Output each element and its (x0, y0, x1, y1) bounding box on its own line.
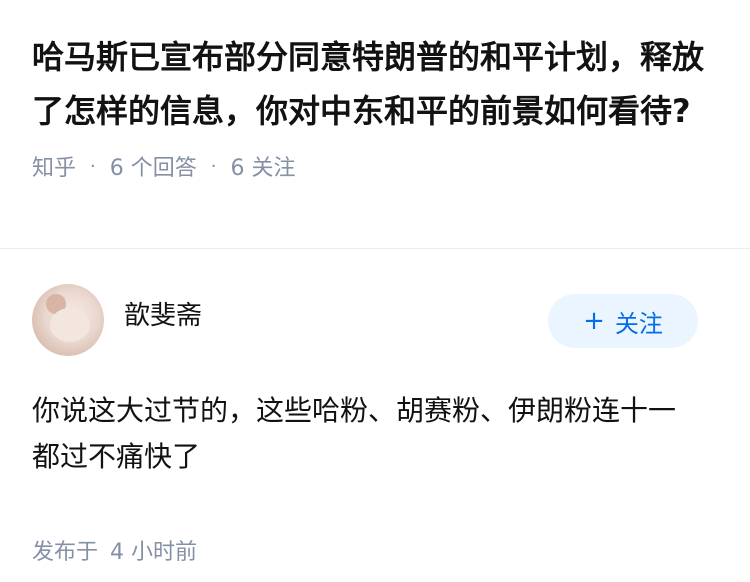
question-title[interactable]: 哈马斯已宣布部分同意特朗普的和平计划，释放了怎样的信息，你对中东和平的前景如何看… (32, 30, 722, 138)
meta-separator: · (210, 155, 217, 177)
meta-separator: · (90, 155, 96, 177)
answer-meta: 发布于 4 小时前 (32, 534, 718, 566)
followers-count[interactable]: 6 关注 (230, 150, 295, 182)
question-header: 哈马斯已宣布部分同意特朗普的和平计划，释放了怎样的信息，你对中东和平的前景如何看… (32, 30, 722, 182)
plus-icon: + (583, 306, 605, 336)
avatar[interactable] (32, 284, 104, 356)
answers-count[interactable]: 6 个回答 (110, 150, 197, 182)
answer-content[interactable]: 你说这大过节的，这些哈粉、胡赛粉、伊朗粉连十一都过不痛快了 (32, 388, 702, 480)
question-meta: 知乎 · 6 个回答 · 6 关注 (32, 150, 722, 182)
follow-button[interactable]: + 关注 (548, 294, 698, 348)
divider (0, 248, 750, 249)
author-name[interactable]: 歆斐斋 (124, 295, 202, 332)
author-row: 歆斐斋 + 关注 (32, 284, 718, 356)
source-label[interactable]: 知乎 (32, 150, 76, 182)
follow-button-label: 关注 (614, 309, 663, 338)
avatar-face (50, 308, 90, 342)
answer-card: 歆斐斋 + 关注 你说这大过节的，这些哈粉、胡赛粉、伊朗粉连十一都过不痛快了 发… (32, 284, 718, 566)
published-label: 发布于 (32, 540, 99, 565)
published-time: 4 小时前 (110, 540, 198, 565)
